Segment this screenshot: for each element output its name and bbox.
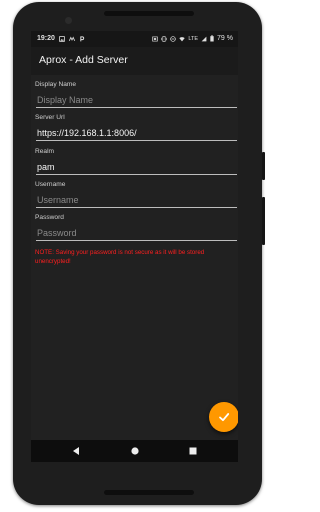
username-input[interactable] bbox=[36, 193, 237, 208]
check-icon bbox=[219, 413, 230, 422]
battery-percent: 79 % bbox=[217, 35, 233, 42]
password-warning: NOTE: Saving your password is not secure… bbox=[35, 249, 205, 265]
network-type: LTE bbox=[188, 35, 199, 42]
password-input[interactable] bbox=[36, 226, 237, 241]
recents-icon[interactable] bbox=[187, 445, 199, 457]
battery-icon bbox=[210, 35, 214, 42]
bottom-speaker bbox=[104, 490, 194, 495]
wifi-icon bbox=[179, 36, 186, 41]
volume-button bbox=[262, 197, 265, 245]
status-time: 19:20 bbox=[37, 35, 55, 42]
image-icon bbox=[59, 35, 65, 42]
signal-icon bbox=[201, 36, 207, 41]
save-fab-button[interactable] bbox=[209, 402, 238, 432]
app-bar: Aprox - Add Server bbox=[31, 47, 238, 75]
display-name-label: Display Name bbox=[35, 81, 77, 88]
page-title: Aprox - Add Server bbox=[39, 54, 128, 66]
status-bar: 19:20 LTE 79 % bbox=[31, 31, 238, 47]
realm-label: Realm bbox=[35, 148, 55, 155]
cast-icon bbox=[152, 36, 159, 41]
username-label: Username bbox=[35, 181, 66, 188]
navigation-bar bbox=[31, 440, 238, 462]
server-url-input[interactable] bbox=[36, 126, 237, 141]
power-button bbox=[262, 152, 265, 180]
front-camera bbox=[65, 17, 72, 24]
password-label: Password bbox=[35, 214, 64, 221]
autoplay-icon bbox=[68, 36, 75, 41]
dnd-icon bbox=[170, 35, 177, 42]
display-name-input[interactable] bbox=[36, 93, 237, 108]
p-icon bbox=[80, 35, 85, 41]
realm-input[interactable] bbox=[36, 160, 237, 175]
app-screen: 19:20 LTE 79 % Aprox - Add Server Displa… bbox=[31, 31, 238, 462]
top-speaker bbox=[104, 11, 194, 16]
vibrate-icon bbox=[161, 35, 168, 42]
server-url-label: Server Url bbox=[35, 114, 65, 121]
back-icon[interactable] bbox=[70, 445, 82, 457]
home-icon[interactable] bbox=[129, 445, 141, 457]
